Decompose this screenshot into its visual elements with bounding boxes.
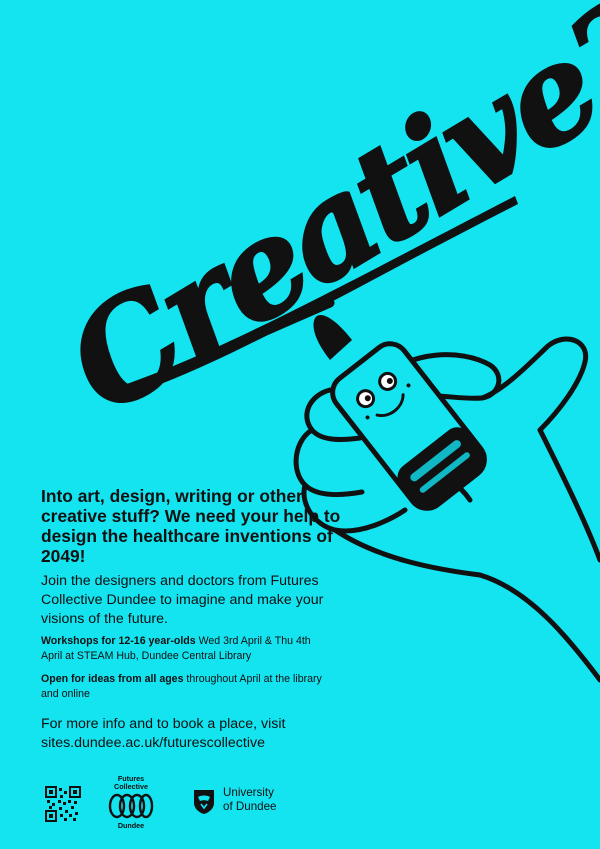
rings-icon — [108, 793, 154, 819]
university-line-1: University — [223, 786, 274, 799]
university-of-dundee-logo: University of Dundee — [193, 786, 303, 820]
futures-collective-logo: Futures Collective Dundee — [106, 772, 156, 832]
cta-line: For more info and to book a place, visit — [41, 716, 286, 732]
cta-url[interactable]: sites.dundee.ac.uk/futurescollective — [41, 735, 265, 751]
headline: Into art, design, writing or other creat… — [41, 486, 341, 566]
open-bold: Open for ideas from all ages — [41, 673, 184, 685]
university-name: University of Dundee — [223, 786, 313, 814]
shield-icon — [194, 790, 214, 814]
call-to-action: For more info and to book a place, visit… — [41, 715, 361, 753]
qr-code-icon[interactable] — [45, 786, 81, 822]
intro-text: Join the designers and doctors from Futu… — [41, 573, 324, 627]
logo-row: Futures Collective Dundee University of … — [0, 770, 600, 840]
poster: Creative? Into art, design, writing or o… — [0, 0, 600, 849]
futures-collective-name: Futures Collective — [114, 774, 148, 791]
workshops-info: Workshops for 12-16 year-olds Wed 3rd Ap… — [41, 634, 331, 664]
futures-collective-city: Dundee — [117, 821, 145, 830]
workshops-bold: Workshops for 12-16 year-olds — [41, 635, 196, 647]
university-line-2: of Dundee — [223, 800, 277, 813]
open-ideas-info: Open for ideas from all ages throughout … — [41, 672, 331, 702]
